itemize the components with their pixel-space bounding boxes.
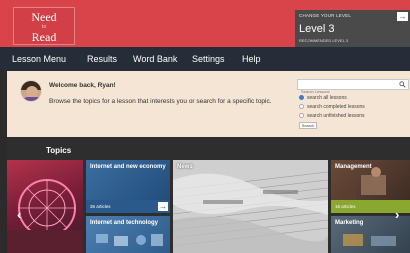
carousel-prev-icon[interactable]: ‹ <box>17 207 21 222</box>
search-option-label: search completed lessons <box>307 103 365 110</box>
logo-line-3: Read <box>31 30 57 44</box>
search-option-all[interactable]: search all lessons <box>299 94 347 101</box>
radio-icon[interactable] <box>299 113 304 118</box>
welcome-text: Browse the topics for a lesson that inte… <box>49 98 272 105</box>
search-option-label: search all lessons <box>307 94 347 101</box>
topic-tile-internet-economy[interactable]: Internet and new economy 36 articles → <box>86 160 170 213</box>
topic-tile-news[interactable]: News <box>173 160 328 253</box>
nav-word-bank[interactable]: Word Bank <box>133 54 177 64</box>
need-to-read-logo[interactable]: Need to Read <box>13 7 75 45</box>
nav-lesson-menu[interactable]: Lesson Menu <box>12 54 66 64</box>
nav-settings[interactable]: Settings <box>192 54 225 64</box>
header: Need to Read CHANGE YOUR LEVEL → Level 3… <box>0 0 410 47</box>
technology-icons-illustration <box>96 234 163 246</box>
logo-line-1: Need <box>31 10 57 24</box>
search-box <box>297 79 409 96</box>
topic-label: Internet and new economy <box>90 164 166 170</box>
nav-results[interactable]: Results <box>87 54 117 64</box>
topic-tile-management[interactable]: Management 16 articles <box>331 160 410 213</box>
radio-icon[interactable] <box>299 104 304 109</box>
current-level: Level 3 <box>299 23 335 35</box>
avatar[interactable] <box>20 80 42 102</box>
open-topic-arrow-icon[interactable]: → <box>158 202 168 211</box>
search-icon[interactable] <box>399 81 406 88</box>
topics-title: Topics <box>46 146 72 155</box>
article-count: 36 articles <box>90 204 111 209</box>
search-button[interactable]: Search <box>299 122 317 129</box>
change-level-label: CHANGE YOUR LEVEL <box>299 13 352 18</box>
article-count: 16 articles <box>335 204 356 209</box>
recommended-level: RECOMMENDED LEVEL 3 <box>299 38 348 43</box>
topic-tile-internet-technology[interactable]: Internet and technology <box>86 216 170 253</box>
nav-help[interactable]: Help <box>242 54 261 64</box>
topic-label: Management <box>335 164 372 170</box>
welcome-title: Welcome back, Ryan! <box>49 82 116 89</box>
level-panel[interactable]: CHANGE YOUR LEVEL → Level 3 RECOMMENDED … <box>295 10 410 47</box>
radio-selected-icon[interactable] <box>299 95 304 100</box>
search-option-completed[interactable]: search completed lessons <box>299 103 365 110</box>
change-level-arrow-icon[interactable]: → <box>397 12 408 21</box>
search-option-unfinished[interactable]: search unfinished lessons <box>299 112 365 119</box>
newspapers-image <box>173 160 328 253</box>
main-nav: Lesson Menu Results Word Bank Settings H… <box>0 47 410 71</box>
search-option-label: search unfinished lessons <box>307 112 365 119</box>
topic-label: News <box>177 164 193 170</box>
carousel-next-icon[interactable]: › <box>395 207 399 222</box>
